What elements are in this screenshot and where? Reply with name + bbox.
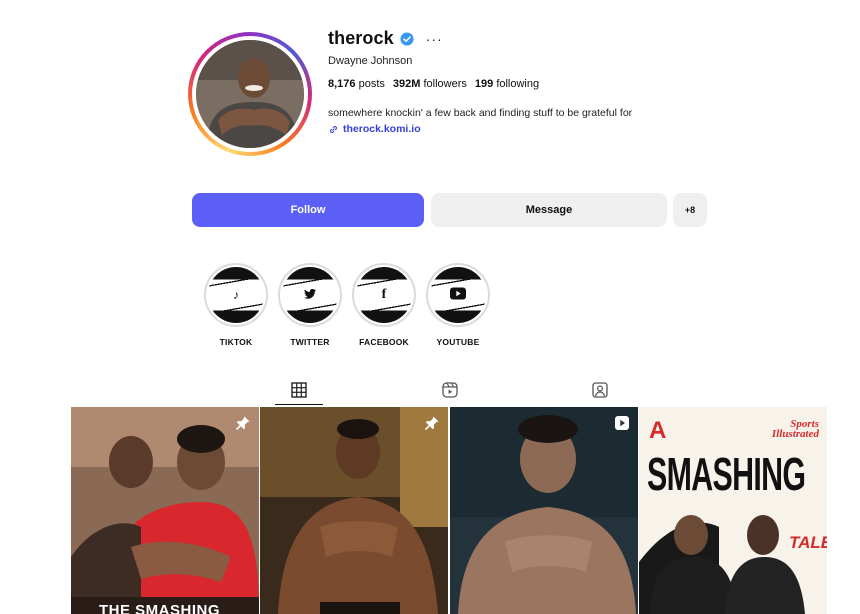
bio-link-text: therock.komi.io: [343, 123, 421, 135]
message-button[interactable]: Message: [431, 193, 667, 227]
username: therock: [328, 28, 394, 48]
profile-avatar-ring[interactable]: [188, 32, 312, 156]
youtube-icon: [450, 287, 466, 303]
highlight-youtube[interactable]: YOUTUBE: [425, 263, 491, 347]
magazine-masthead: Sports Illustrated: [771, 418, 819, 440]
highlight-label: TIKTOK: [219, 337, 253, 347]
followers-stat[interactable]: 392M followers: [393, 78, 467, 90]
active-tab-indicator: [275, 404, 323, 405]
more-options-icon[interactable]: ···: [426, 32, 443, 46]
post-thumbnail[interactable]: Sports Illustrated A SMASHING TALE: [639, 407, 827, 614]
bio-link[interactable]: therock.komi.io: [328, 123, 421, 135]
twitter-icon: [304, 288, 316, 302]
highlight-label: TWITTER: [290, 337, 330, 347]
avatar: [196, 40, 304, 148]
cover-title-tale: TALE: [789, 533, 827, 552]
posts-stat[interactable]: 8,176 posts: [328, 78, 385, 90]
grid-icon: [291, 382, 307, 398]
link-icon: [330, 125, 337, 133]
post-thumbnail[interactable]: [260, 407, 448, 614]
reels-icon: [442, 382, 458, 398]
facebook-icon: f: [381, 287, 387, 302]
highlight-tiktok[interactable]: ♪ TIKTOK: [203, 263, 269, 347]
cover-title-a: A: [649, 417, 667, 444]
verified-badge-icon: [400, 31, 414, 46]
highlight-twitter[interactable]: TWITTER: [277, 263, 343, 347]
post-overlay-text: THE SMASHING: [99, 602, 221, 614]
full-name: Dwayne Johnson: [328, 55, 413, 67]
pin-icon: [424, 416, 439, 431]
cover-title: SMASHING: [647, 448, 806, 500]
bio-text: somewhere knockin' a few back and findin…: [328, 107, 633, 119]
pin-icon: [235, 416, 250, 431]
tiktok-icon: ♪: [233, 288, 239, 302]
tab-tagged[interactable]: [588, 380, 612, 400]
profile-stats: 8,176 posts 392M followers 199 following: [328, 78, 539, 90]
follow-button[interactable]: Follow: [192, 193, 424, 227]
highlight-label: FACEBOOK: [359, 337, 409, 347]
reel-icon: [615, 416, 629, 430]
highlight-label: YOUTUBE: [436, 337, 480, 347]
add-user-icon: +8: [684, 205, 696, 215]
username-row: therock ···: [328, 28, 443, 49]
tab-posts[interactable]: [287, 380, 311, 400]
tagged-icon: [592, 382, 608, 398]
suggest-users-button[interactable]: +8: [673, 193, 707, 227]
post-thumbnail[interactable]: [450, 407, 638, 614]
following-stat[interactable]: 199 following: [475, 78, 539, 90]
highlight-facebook[interactable]: f FACEBOOK: [351, 263, 417, 347]
post-thumbnail[interactable]: THE SMASHING: [71, 407, 259, 614]
tab-reels[interactable]: [438, 380, 462, 400]
